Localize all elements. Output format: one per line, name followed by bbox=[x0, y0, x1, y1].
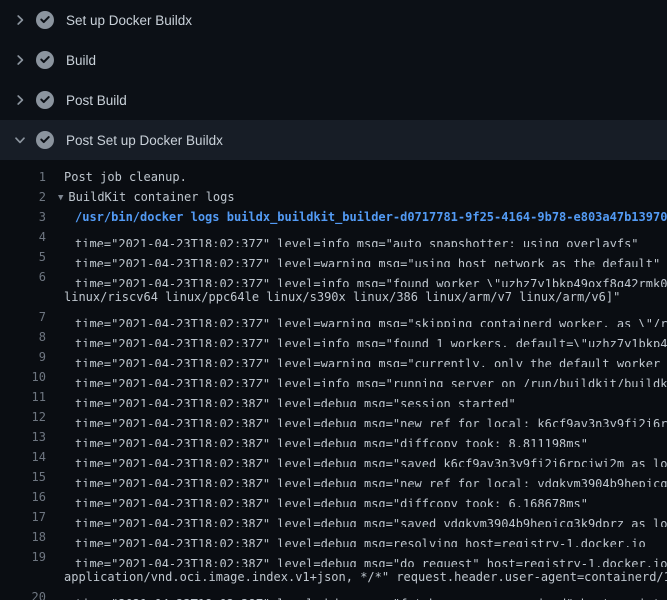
log-text: Post job cleanup. bbox=[46, 167, 187, 187]
log-text: time="2021-04-23T18:02:37Z" level=info m… bbox=[46, 327, 667, 347]
actions-job-log-viewer: Set up Docker Buildx Build Post Build Post … bbox=[0, 0, 667, 600]
log-text: time="2021-04-23T18:02:38Z" level=debug … bbox=[46, 547, 667, 567]
log-line: 2▼BuildKit container logs bbox=[0, 187, 667, 207]
log-line: 6time="2021-04-23T18:02:37Z" level=info … bbox=[0, 267, 667, 287]
log-line: 19time="2021-04-23T18:02:38Z" level=debu… bbox=[0, 547, 667, 567]
log-text: time="2021-04-23T18:02:37Z" level=info m… bbox=[46, 227, 639, 247]
check-circle-icon bbox=[36, 131, 54, 149]
check-circle-icon bbox=[36, 51, 54, 69]
line-number[interactable]: 5 bbox=[0, 247, 46, 267]
chevron-right-icon[interactable] bbox=[12, 52, 28, 68]
line-number[interactable]: 17 bbox=[0, 507, 46, 527]
line-number[interactable]: 3 bbox=[0, 207, 46, 227]
line-number bbox=[0, 287, 46, 307]
step-row-post-build[interactable]: Post Build bbox=[0, 80, 667, 120]
log-text: time="2021-04-23T18:02:38Z" level=debug … bbox=[46, 407, 667, 427]
step-list: Set up Docker Buildx Build Post Build Post … bbox=[0, 0, 667, 160]
line-number[interactable]: 15 bbox=[0, 467, 46, 487]
log-line: 16time="2021-04-23T18:02:38Z" level=debu… bbox=[0, 487, 667, 507]
line-number[interactable]: 11 bbox=[0, 387, 46, 407]
line-number[interactable]: 16 bbox=[0, 487, 46, 507]
log-text: time="2021-04-23T18:02:37Z" level=info m… bbox=[46, 267, 667, 287]
command-text: /usr/bin/docker logs buildx_buildkit_bui… bbox=[46, 207, 667, 227]
log-line: 15time="2021-04-23T18:02:38Z" level=debu… bbox=[0, 467, 667, 487]
log-line: 8time="2021-04-23T18:02:37Z" level=info … bbox=[0, 327, 667, 347]
line-number[interactable]: 19 bbox=[0, 547, 46, 567]
log-line: 11time="2021-04-23T18:02:38Z" level=debu… bbox=[0, 387, 667, 407]
log-line: 3/usr/bin/docker logs buildx_buildkit_bu… bbox=[0, 207, 667, 227]
log-text: time="2021-04-23T18:02:38Z" level=debug … bbox=[46, 387, 516, 407]
log-line: 12time="2021-04-23T18:02:38Z" level=debu… bbox=[0, 407, 667, 427]
line-number[interactable]: 18 bbox=[0, 527, 46, 547]
line-number[interactable]: 4 bbox=[0, 227, 46, 247]
line-number[interactable]: 12 bbox=[0, 407, 46, 427]
chevron-down-icon[interactable] bbox=[12, 132, 28, 148]
check-circle-icon bbox=[36, 11, 54, 29]
line-number[interactable]: 20 bbox=[0, 587, 46, 600]
log-text: time="2021-04-23T18:02:37Z" level=warnin… bbox=[46, 247, 660, 267]
chevron-right-icon[interactable] bbox=[12, 92, 28, 108]
log-line: 10time="2021-04-23T18:02:37Z" level=info… bbox=[0, 367, 667, 387]
log-line: 18time="2021-04-23T18:02:38Z" level=debu… bbox=[0, 527, 667, 547]
log-line: 14time="2021-04-23T18:02:38Z" level=debu… bbox=[0, 447, 667, 467]
log-group-toggle[interactable]: ▼BuildKit container logs bbox=[46, 187, 235, 207]
step-label: Build bbox=[66, 53, 96, 68]
log-text: time="2021-04-23T18:02:37Z" level=info m… bbox=[46, 367, 667, 387]
line-number bbox=[0, 567, 46, 587]
log-line: 7time="2021-04-23T18:02:37Z" level=warni… bbox=[0, 307, 667, 327]
step-row-set-up-docker-buildx[interactable]: Set up Docker Buildx bbox=[0, 0, 667, 40]
log-line: 13time="2021-04-23T18:02:38Z" level=debu… bbox=[0, 427, 667, 447]
line-number[interactable]: 13 bbox=[0, 427, 46, 447]
log-line: 1Post job cleanup. bbox=[0, 167, 667, 187]
log-text: time="2021-04-23T18:02:38Z" level=debug … bbox=[46, 487, 588, 507]
line-number[interactable]: 10 bbox=[0, 367, 46, 387]
line-number[interactable]: 6 bbox=[0, 267, 46, 287]
step-label: Post Set up Docker Buildx bbox=[66, 133, 223, 148]
log-text: time="2021-04-23T18:02:38Z" level=debug … bbox=[46, 507, 667, 527]
log-line-continuation: linux/riscv64 linux/ppc64le linux/s390x … bbox=[0, 287, 667, 307]
log-line-continuation: application/vnd.oci.image.index.v1+json,… bbox=[0, 567, 667, 587]
line-number[interactable]: 9 bbox=[0, 347, 46, 367]
step-label: Post Build bbox=[66, 93, 127, 108]
log-text: application/vnd.oci.image.index.v1+json,… bbox=[46, 567, 667, 587]
log-panel: 1Post job cleanup.2▼BuildKit container l… bbox=[0, 160, 667, 600]
log-text: time="2021-04-23T18:02:37Z" level=warnin… bbox=[46, 347, 667, 367]
log-line: 20time="2021-04-23T18:02:38Z" level=debu… bbox=[0, 587, 667, 600]
log-line: 4time="2021-04-23T18:02:37Z" level=info … bbox=[0, 227, 667, 247]
log-text: time="2021-04-23T18:02:38Z" level=debug … bbox=[46, 427, 588, 447]
line-number[interactable]: 7 bbox=[0, 307, 46, 327]
log-text: time="2021-04-23T18:02:38Z" level=debug … bbox=[46, 467, 667, 487]
step-row-post-set-up-docker-buildx[interactable]: Post Set up Docker Buildx bbox=[0, 120, 667, 160]
line-number[interactable]: 8 bbox=[0, 327, 46, 347]
log-text: time="2021-04-23T18:02:38Z" level=debug … bbox=[46, 447, 667, 467]
collapse-triangle-icon: ▼ bbox=[58, 188, 63, 207]
line-number[interactable]: 2 bbox=[0, 187, 46, 207]
step-row-build[interactable]: Build bbox=[0, 40, 667, 80]
check-circle-icon bbox=[36, 91, 54, 109]
line-number[interactable]: 1 bbox=[0, 167, 46, 187]
log-text: time="2021-04-23T18:02:37Z" level=warnin… bbox=[46, 307, 667, 327]
log-line: 9time="2021-04-23T18:02:37Z" level=warni… bbox=[0, 347, 667, 367]
log-text: time="2021-04-23T18:02:38Z" level=debug … bbox=[46, 587, 667, 600]
log-line: 17time="2021-04-23T18:02:38Z" level=debu… bbox=[0, 507, 667, 527]
log-line: 5time="2021-04-23T18:02:37Z" level=warni… bbox=[0, 247, 667, 267]
log-text: time="2021-04-23T18:02:38Z" level=debug … bbox=[46, 527, 646, 547]
chevron-right-icon[interactable] bbox=[12, 12, 28, 28]
line-number[interactable]: 14 bbox=[0, 447, 46, 467]
log-text: linux/riscv64 linux/ppc64le linux/s390x … bbox=[46, 287, 620, 307]
step-label: Set up Docker Buildx bbox=[66, 13, 192, 28]
